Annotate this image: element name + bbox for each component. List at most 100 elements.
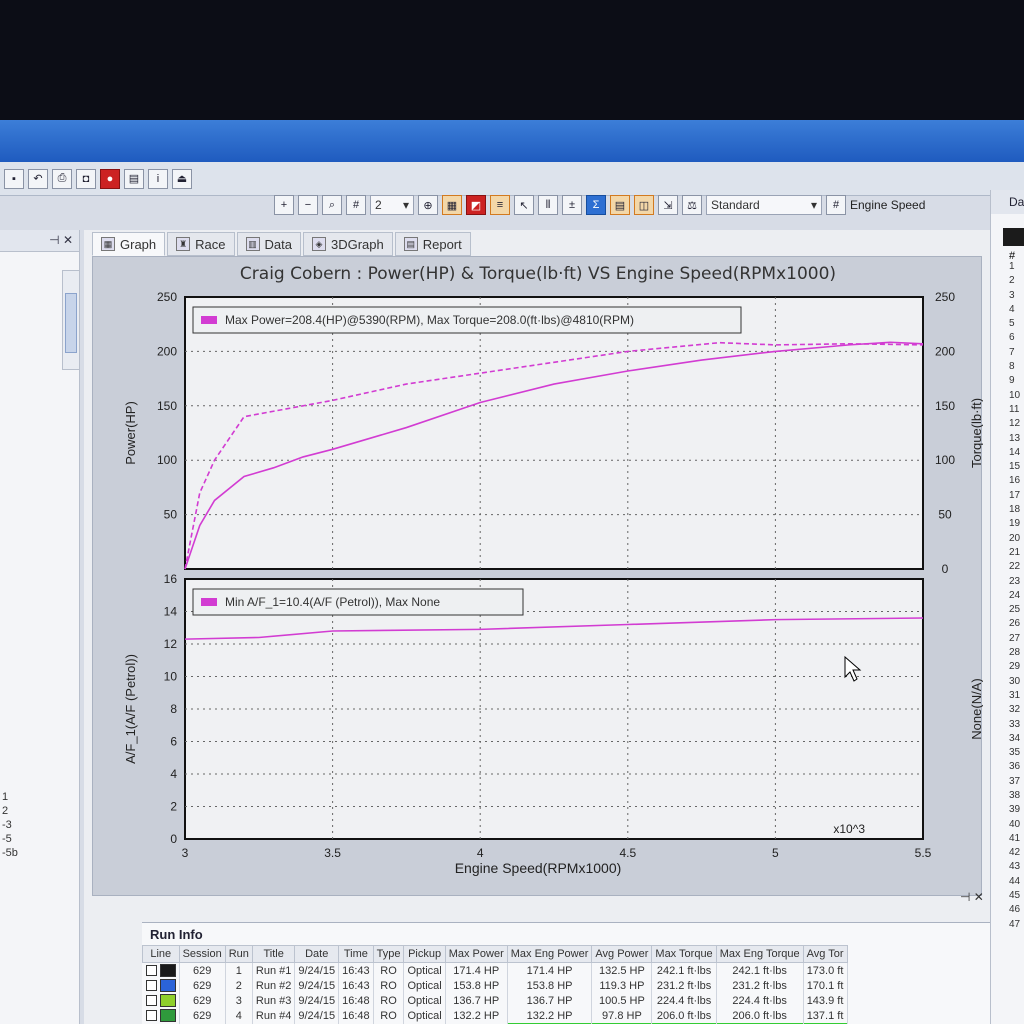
info-icon[interactable]: i (148, 168, 168, 189)
columns-icon[interactable]: ⫴ (538, 195, 558, 215)
sigma-icon[interactable]: Σ (586, 195, 606, 215)
zoom-out-icon[interactable]: − (298, 195, 318, 215)
row-number[interactable]: 41 (1009, 832, 1020, 846)
save-icon[interactable]: ▪ (4, 168, 24, 189)
row-number[interactable]: 30 (1009, 675, 1020, 689)
row-number[interactable]: 35 (1009, 746, 1020, 760)
print-icon[interactable]: ⎙ (52, 168, 72, 189)
line-cell[interactable] (142, 1008, 180, 1023)
row-number[interactable]: 45 (1009, 889, 1020, 903)
runinfo-pin-close[interactable]: ⊣ ✕ (960, 890, 984, 904)
row-number[interactable]: 16 (1009, 474, 1020, 488)
row-number[interactable]: 2 (1009, 274, 1020, 288)
chart-area[interactable]: Craig Cobern : Power(HP) & Torque(lb·ft)… (92, 256, 983, 897)
column-header[interactable]: Time (338, 945, 374, 963)
column-header[interactable]: Avg Tor (802, 945, 848, 963)
column-header[interactable]: Avg Power (591, 945, 653, 963)
row-number[interactable]: 10 (1009, 389, 1020, 403)
row-number[interactable]: 20 (1009, 532, 1020, 546)
stop-icon[interactable]: ● (100, 168, 120, 189)
column-header[interactable]: Session (178, 945, 226, 963)
row-number[interactable]: 47 (1009, 918, 1020, 932)
cursor-icon[interactable]: ↖ (514, 195, 534, 215)
column-header[interactable]: Date (294, 945, 340, 963)
row-number[interactable]: 23 (1009, 575, 1020, 589)
line-checkbox[interactable] (145, 1010, 157, 1021)
camera-icon[interactable]: ◘ (76, 168, 96, 189)
line-checkbox[interactable] (145, 995, 157, 1006)
row-number[interactable]: 42 (1009, 846, 1020, 860)
row-number[interactable]: 9 (1009, 374, 1020, 388)
column-header[interactable]: Run (224, 945, 253, 963)
template-select[interactable]: Standard ▾ (706, 195, 822, 215)
left-panel-pin-close[interactable]: ⊣ ✕ (0, 230, 79, 252)
row-number[interactable]: 18 (1009, 503, 1020, 517)
list-icon[interactable]: ≡ (490, 195, 510, 215)
row-number[interactable]: 46 (1009, 903, 1020, 917)
table-row[interactable]: 629 4 Run #4 9/24/15 16:48 RO Optical 132.2 HP 1… (142, 1008, 848, 1023)
line-cell[interactable] (142, 978, 180, 993)
line-cell[interactable] (142, 993, 180, 1008)
export-icon[interactable]: ⇲ (658, 195, 678, 215)
grid-icon[interactable]: # (346, 195, 366, 215)
row-number[interactable]: 39 (1009, 803, 1020, 817)
exit-icon[interactable]: ⏏ (172, 168, 192, 189)
row-number[interactable]: 6 (1009, 331, 1020, 345)
table-row[interactable]: 629 2 Run #2 9/24/15 16:43 RO Optical 153.8 HP 1… (142, 978, 848, 993)
row-number[interactable]: 26 (1009, 617, 1020, 631)
table-row[interactable]: 629 1 Run #1 9/24/15 16:43 RO Optical 171.4 HP 1… (142, 962, 848, 978)
row-number[interactable]: 27 (1009, 632, 1020, 646)
column-header[interactable]: Title (251, 945, 296, 963)
row-number[interactable]: 15 (1009, 460, 1020, 474)
row-number[interactable]: 36 (1009, 760, 1020, 774)
line-color-swatch[interactable] (159, 994, 176, 1007)
row-number[interactable]: 19 (1009, 517, 1020, 531)
row-number[interactable]: 38 (1009, 789, 1020, 803)
chart-svg[interactable]: Craig Cobern : Power(HP) & Torque(lb·ft)… (93, 257, 983, 897)
left-list-item[interactable]: 2 (2, 804, 18, 818)
row-number[interactable]: 34 (1009, 732, 1020, 746)
line-color-swatch[interactable] (159, 979, 176, 992)
row-number[interactable]: 33 (1009, 718, 1020, 732)
row-number[interactable]: 3 (1009, 289, 1020, 303)
line-color-swatch[interactable] (159, 1009, 176, 1022)
left-scrollbar[interactable] (62, 270, 80, 370)
row-number[interactable]: 32 (1009, 703, 1020, 717)
undo-icon[interactable]: ↶ (28, 168, 48, 189)
row-number[interactable]: 24 (1009, 589, 1020, 603)
split-icon[interactable]: ◫ (634, 195, 654, 215)
column-header[interactable]: Max Power (444, 945, 508, 963)
row-number[interactable]: 40 (1009, 818, 1020, 832)
tab-3dgraph[interactable]: ◈ 3DGraph (302, 232, 393, 256)
math-icon[interactable]: ± (562, 195, 582, 215)
row-number[interactable]: 12 (1009, 417, 1020, 431)
column-header[interactable]: Max Eng Power (506, 945, 593, 963)
zoom-fit-icon[interactable]: ⌕ (322, 195, 342, 215)
tab-report[interactable]: ▤ Report (394, 232, 471, 256)
row-number[interactable]: 21 (1009, 546, 1020, 560)
tab-race[interactable]: ♜ Race (167, 232, 235, 256)
line-checkbox[interactable] (145, 980, 157, 991)
left-list-item[interactable]: -3 (2, 818, 18, 832)
table-row[interactable]: 629 3 Run #3 9/24/15 16:48 RO Optical 136.7 HP 1… (142, 993, 848, 1008)
zoom-level-select[interactable]: 2 ▾ (370, 195, 414, 215)
line-color-swatch[interactable] (159, 964, 176, 977)
row-number[interactable]: 11 (1009, 403, 1020, 417)
column-header[interactable]: Max Eng Torque (715, 945, 804, 963)
left-list-item[interactable]: -5b (2, 846, 18, 860)
grid-icon[interactable]: # (826, 195, 846, 215)
row-number[interactable]: 8 (1009, 360, 1020, 374)
row-number[interactable]: 5 (1009, 317, 1020, 331)
column-header[interactable]: Pickup (403, 945, 446, 963)
row-number[interactable]: 13 (1009, 432, 1020, 446)
row-number[interactable]: 1 (1009, 260, 1020, 274)
row-number[interactable]: 37 (1009, 775, 1020, 789)
row-number[interactable]: 14 (1009, 446, 1020, 460)
scroll-thumb[interactable] (65, 293, 77, 353)
row-number[interactable]: 22 (1009, 560, 1020, 574)
column-header[interactable]: Line (142, 945, 180, 963)
tab-data[interactable]: ▥ Data (236, 232, 301, 256)
notes-icon[interactable]: ▤ (610, 195, 630, 215)
row-number[interactable]: 29 (1009, 660, 1020, 674)
row-number[interactable]: 25 (1009, 603, 1020, 617)
